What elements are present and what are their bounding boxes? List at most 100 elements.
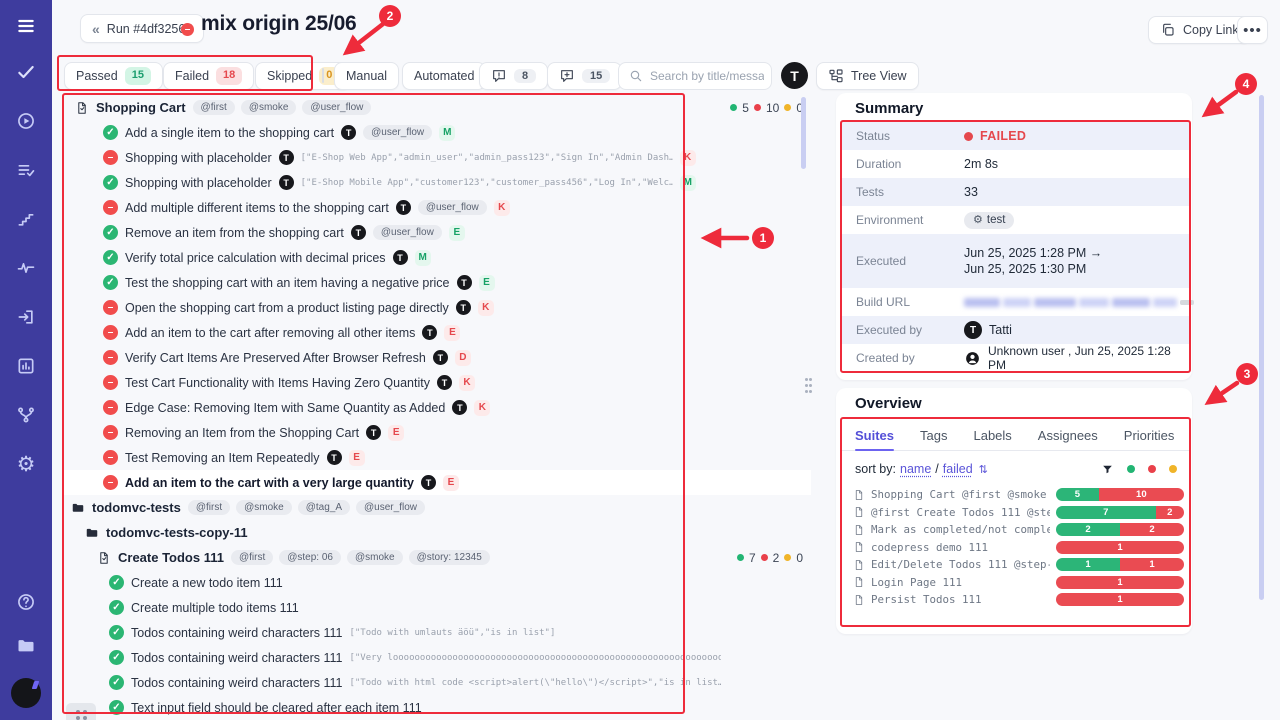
list-scrollbar[interactable] [801, 97, 806, 169]
tag-pill[interactable]: @tag_A [298, 500, 350, 515]
corner-widget[interactable] [66, 703, 96, 720]
filter-failed-dot[interactable] [1148, 465, 1156, 473]
page-scrollbar[interactable] [1259, 95, 1264, 600]
tab-assignees[interactable]: Assignees [1038, 420, 1098, 450]
test-row[interactable]: Add an item to the cart with a very larg… [63, 470, 811, 495]
test-row[interactable]: Test Cart Functionality with Items Havin… [63, 370, 811, 395]
test-list-icon[interactable] [14, 158, 38, 182]
user-avatar[interactable] [781, 62, 808, 89]
search-box [618, 62, 772, 90]
suite-title: Shopping Cart [96, 100, 186, 115]
test-row[interactable]: Remove an item from the shopping cart @u… [63, 220, 811, 245]
test-status-icon [103, 200, 118, 215]
environment-badge[interactable]: ⚙test [964, 212, 1014, 229]
assignee-badge: E [349, 450, 365, 466]
tab-labels[interactable]: Labels [973, 420, 1011, 450]
filter-manual-button[interactable]: Manual [334, 62, 399, 90]
tag-list: @user_flow [373, 225, 442, 240]
test-row[interactable]: Verify total price calculation with deci… [63, 245, 811, 270]
test-row[interactable]: Create a new todo item 111 [63, 570, 811, 595]
test-row[interactable]: Add a single item to the shopping cart @… [63, 120, 811, 145]
copy-link-button[interactable]: Copy Link [1148, 16, 1251, 44]
tag-pill[interactable]: @first [231, 550, 273, 565]
help-icon[interactable] [14, 590, 38, 614]
filter-passed-dot[interactable] [1127, 465, 1135, 473]
test-row[interactable]: Shopping with placeholder ["E-Shop Web A… [63, 145, 811, 170]
summary-row-created-by: Created by Unknown user , Jun 25, 2025 1… [842, 344, 1189, 372]
test-row[interactable]: Test the shopping cart with an item havi… [63, 270, 811, 295]
run-icon[interactable] [14, 109, 38, 133]
tag-pill[interactable]: @first [188, 500, 230, 515]
test-row[interactable]: Shopping with placeholder ["E-Shop Mobil… [63, 170, 811, 195]
sort-by-name-link[interactable]: name [900, 462, 931, 476]
test-row[interactable]: Test Removing an Item Repeatedly E [63, 445, 811, 470]
folder-title: todomvc-tests-copy-11 [106, 525, 248, 540]
tag-pill[interactable]: @user_flow [363, 125, 432, 140]
menu-icon[interactable] [14, 14, 38, 38]
tag-pill[interactable]: @user_flow [418, 200, 487, 215]
suite-bar-row[interactable]: Edit/Delete Todos 111 @step-… 1 1 [843, 556, 1188, 574]
filter-failed-button[interactable]: Failed 18 [163, 62, 254, 90]
notes-filter-button[interactable]: 15 [547, 62, 622, 90]
settings-gear-icon[interactable]: ⚙ [14, 452, 38, 476]
testomat-avatar-icon [366, 425, 381, 440]
suite-row[interactable]: Create Todos 111 @first@step: 06@smoke@s… [63, 545, 811, 570]
tab-tags[interactable]: Tags [920, 420, 947, 450]
tag-pill[interactable]: @smoke [347, 550, 403, 565]
tag-pill[interactable]: @story: 12345 [409, 550, 490, 565]
suite-bar-row[interactable]: Login Page 111 1 [843, 574, 1188, 592]
tag-pill[interactable]: @user_flow [302, 100, 371, 115]
folder-row[interactable]: todomvc-tests @first@smoke@tag_A@user_fl… [63, 495, 811, 520]
test-row[interactable]: Todos containing weird characters 111 ["… [63, 620, 811, 645]
test-row[interactable]: Create multiple todo items 111 [63, 595, 811, 620]
activity-icon[interactable] [14, 256, 38, 280]
tag-pill[interactable]: @smoke [241, 100, 297, 115]
filter-automated-button[interactable]: Automated [402, 62, 486, 90]
tag-pill[interactable]: @first [193, 100, 235, 115]
branch-icon[interactable] [14, 403, 38, 427]
reports-icon[interactable] [14, 354, 38, 378]
suite-bar-row[interactable]: Shopping Cart @first @smoke … 5 10 [843, 486, 1188, 504]
check-icon[interactable] [14, 60, 38, 84]
filter-skipped-dot[interactable] [1169, 465, 1177, 473]
assignee-badge: M [680, 175, 696, 191]
test-row[interactable]: Add an item to the cart after removing a… [63, 320, 811, 345]
suite-bar-row[interactable]: Persist Todos 111 1 [843, 591, 1188, 609]
tree-view-button[interactable]: Tree View [816, 62, 919, 90]
tree-view-icon [828, 68, 844, 84]
tag-pill[interactable]: @user_flow [373, 225, 442, 240]
tab-priorities[interactable]: Priorities [1124, 420, 1175, 450]
test-row[interactable]: Todos containing weird characters 111 ["… [63, 670, 811, 695]
test-row[interactable]: Open the shopping cart from a product li… [63, 295, 811, 320]
test-row[interactable]: Add multiple different items to the shop… [63, 195, 811, 220]
suite-bar-row[interactable]: @first Create Todos 111 @ste… 7 2 [843, 504, 1188, 522]
build-url-redacted[interactable] [964, 298, 1194, 307]
sort-direction-icon[interactable]: ⇅ [979, 463, 988, 476]
suite-row[interactable]: Shopping Cart @first@smoke@user_flow 510… [63, 95, 811, 120]
testomat-logo[interactable] [11, 678, 41, 708]
folder-row[interactable]: todomvc-tests-copy-11 [63, 520, 811, 545]
test-row[interactable]: Text input field should be cleared after… [63, 695, 811, 720]
testomat-avatar-icon [279, 150, 294, 165]
filter-funnel-icon[interactable] [1101, 463, 1114, 476]
projects-folder-icon[interactable] [14, 634, 38, 658]
panel-resize-handle[interactable] [805, 378, 808, 381]
sort-by-failed-link[interactable]: failed [943, 462, 973, 476]
filter-passed-button[interactable]: Passed 15 [64, 62, 163, 90]
test-status-icon [103, 475, 118, 490]
more-actions-button[interactable]: ••• [1237, 16, 1268, 44]
comments-filter-button[interactable]: 8 [479, 62, 548, 90]
tag-pill[interactable]: @smoke [236, 500, 292, 515]
test-row[interactable]: Edge Case: Removing Item with Same Quant… [63, 395, 811, 420]
suite-bar-row[interactable]: codepress demo 111 1 [843, 539, 1188, 557]
test-row[interactable]: Removing an Item from the Shopping Cart … [63, 420, 811, 445]
tab-suites[interactable]: Suites [855, 420, 894, 450]
suite-bar-row[interactable]: Mark as completed/not comple… 2 2 [843, 521, 1188, 539]
steps-icon[interactable] [14, 207, 38, 231]
test-row[interactable]: Verify Cart Items Are Preserved After Br… [63, 345, 811, 370]
sign-in-icon[interactable] [14, 305, 38, 329]
tag-pill[interactable]: @user_flow [356, 500, 425, 515]
tag-pill[interactable]: @step: 06 [279, 550, 341, 565]
search-input[interactable] [650, 69, 764, 83]
test-row[interactable]: Todos containing weird characters 111 ["… [63, 645, 811, 670]
